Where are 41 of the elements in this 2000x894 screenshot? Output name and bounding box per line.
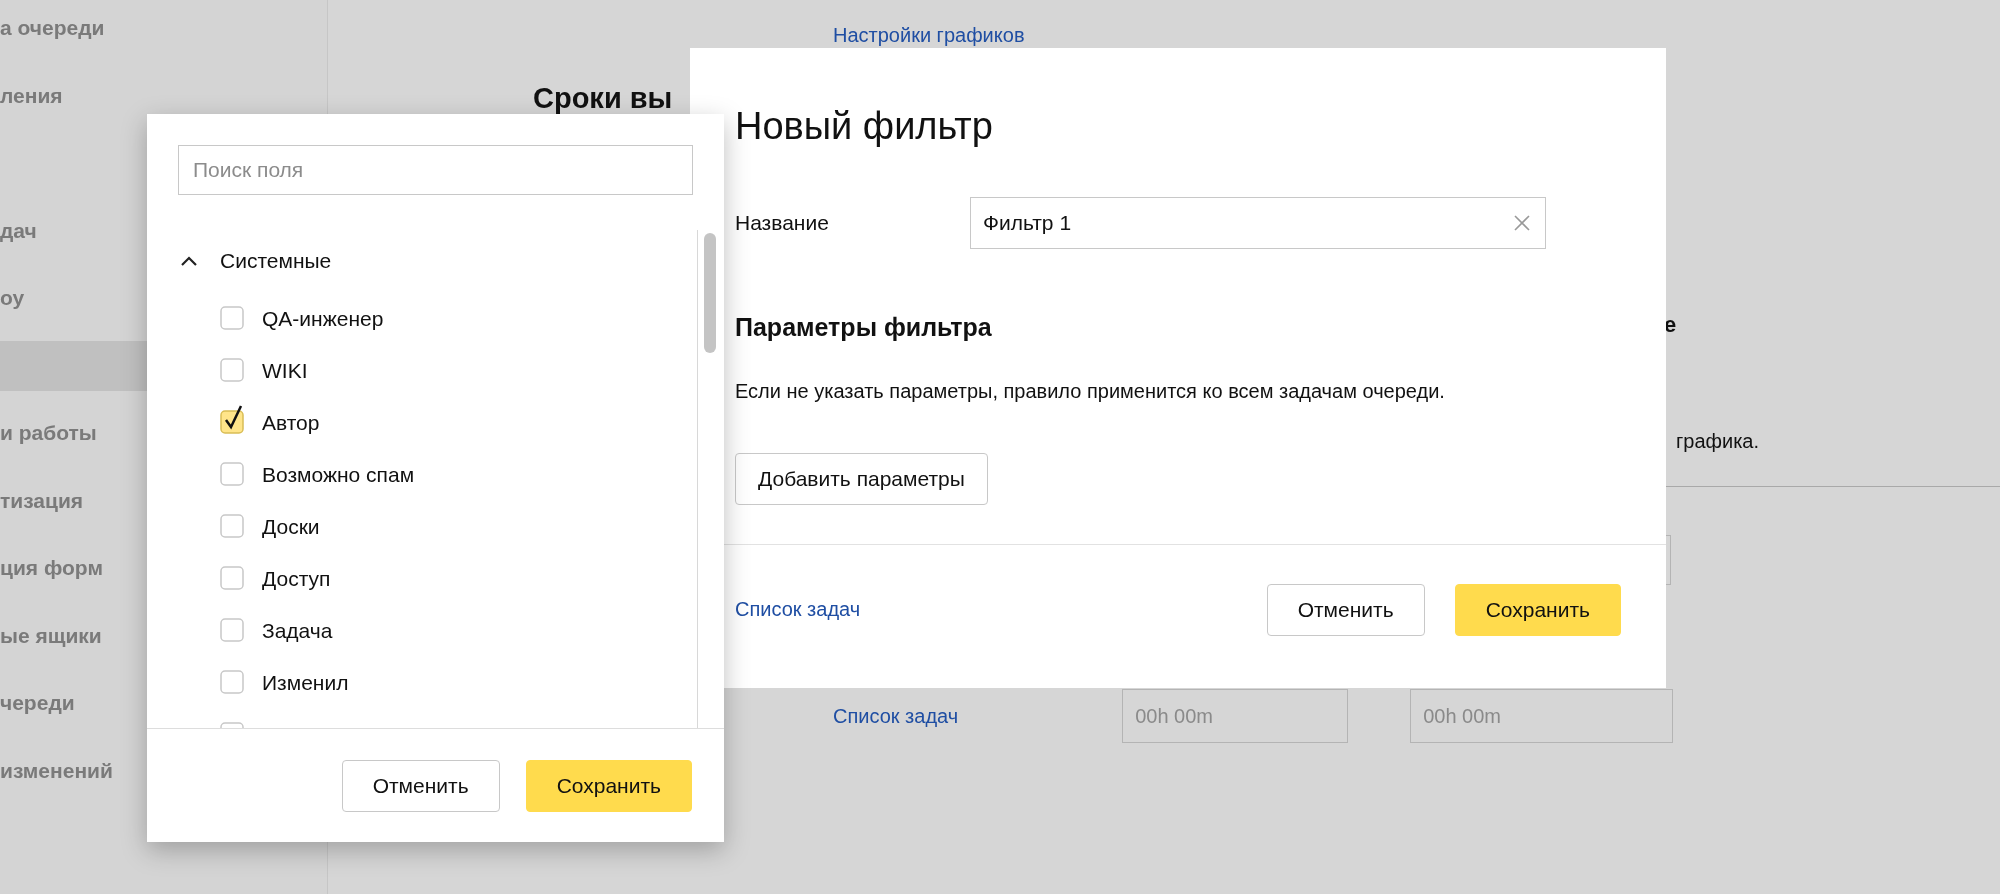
sidebar-item[interactable]: изменений xyxy=(0,745,113,796)
save-button[interactable]: Сохранить xyxy=(525,759,692,812)
field-label: Возможно спам xyxy=(262,463,415,487)
section-heading: Сроки вы xyxy=(533,81,673,115)
sidebar-item[interactable]: тизация xyxy=(0,475,84,526)
sidebar-item[interactable] xyxy=(0,340,147,391)
field-label: Доски xyxy=(262,515,320,539)
field-label: Автор xyxy=(262,411,320,435)
field-label: Задача xyxy=(262,619,333,643)
sidebar-item[interactable]: дач xyxy=(0,205,37,256)
sidebar-item[interactable]: череди xyxy=(0,678,75,728)
scroll-thumb[interactable] xyxy=(704,233,716,353)
cancel-button[interactable]: Отменить xyxy=(341,759,500,812)
search-field[interactable]: Поиск поля xyxy=(178,145,693,195)
dialog-title: Новый фильтр xyxy=(735,104,993,149)
sidebar-item[interactable]: ые ящики xyxy=(0,610,102,661)
section-heading: Параметры фильтра xyxy=(735,313,992,342)
group-header[interactable]: Системные xyxy=(180,246,332,276)
clear-icon[interactable] xyxy=(1513,214,1531,232)
field-label: WIKI xyxy=(262,359,308,383)
sidebar-item[interactable]: и работы xyxy=(0,408,97,458)
cancel-button[interactable]: Отменить xyxy=(1266,583,1425,636)
time-field[interactable]: 00h 00m xyxy=(1410,689,1674,743)
sidebar-item[interactable]: оу xyxy=(0,273,25,323)
sidebar-item[interactable]: а очереди xyxy=(0,3,105,53)
name-field[interactable]: Фильтр 1 xyxy=(970,197,1546,249)
field-label: QA-инженер xyxy=(262,307,384,331)
field-label: Изменил xyxy=(262,671,349,695)
description-text: графика. xyxy=(1676,429,1760,453)
chevron-icon xyxy=(180,255,198,267)
time-field[interactable]: 00h 00m xyxy=(1122,689,1349,743)
task-list-link[interactable]: Список задач xyxy=(735,598,861,621)
save-button[interactable]: Сохранить xyxy=(1454,583,1621,636)
field-label: Доступ xyxy=(262,567,331,591)
settings-link[interactable]: Настройки графиков xyxy=(833,23,1025,47)
sidebar-item[interactable]: ция форм xyxy=(0,543,103,593)
hint-text: Если не указать параметры, правило применится ко всем задачам очереди. xyxy=(735,380,1445,403)
field-label: Название xyxy=(735,211,830,235)
sidebar-item[interactable]: ления xyxy=(0,70,63,121)
task-list-link[interactable]: Список задач xyxy=(833,704,959,728)
add-params-button[interactable]: Добавить параметры xyxy=(735,453,988,505)
